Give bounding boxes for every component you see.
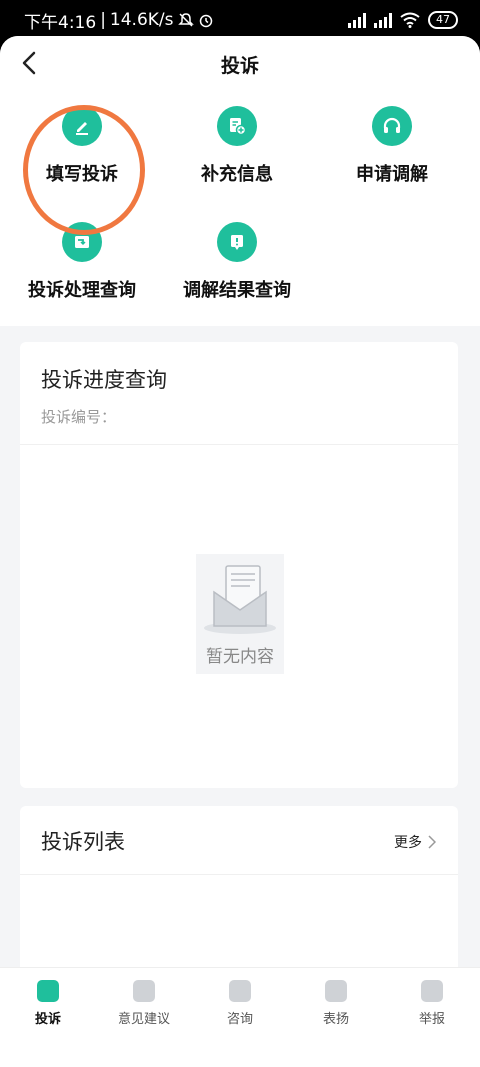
tab-label: 表扬: [322, 1012, 349, 1027]
tab-report[interactable]: 举报: [384, 968, 480, 1067]
tab-consult[interactable]: 咨询: [192, 968, 288, 1067]
signal-icon: [348, 12, 366, 28]
tab-label: 咨询: [226, 1012, 253, 1027]
tab-complaint[interactable]: 投诉: [0, 968, 96, 1067]
action-label: 申请调解: [356, 164, 428, 185]
tab-bar: 投诉 意见建议 咨询 表扬 举报: [0, 967, 480, 1067]
consult-tab-icon: [229, 980, 251, 1002]
add-document-icon: [230, 118, 247, 136]
network-speed: 14.6K/s: [109, 10, 174, 30]
action-circle: [217, 106, 257, 146]
action-apply-mediation[interactable]: 申请调解: [312, 106, 472, 186]
signal-icon: [374, 12, 392, 28]
tab-suggestion[interactable]: 意见建议: [96, 968, 192, 1067]
more-label: 更多: [394, 835, 422, 851]
report-tab-icon: [421, 980, 443, 1002]
action-add-info[interactable]: 补充信息: [157, 106, 317, 186]
more-link[interactable]: 更多: [394, 832, 436, 852]
action-circle: [217, 222, 257, 262]
back-button[interactable]: [14, 48, 44, 78]
highlight-annotation: [23, 105, 145, 235]
empty-state-text: 暂无内容: [206, 647, 274, 667]
status-bar: 下午4:16 | 14.6K/s 47: [0, 0, 480, 40]
headset-icon: [383, 117, 401, 133]
action-circle: [372, 106, 412, 146]
app-container: 投诉 填写投诉 补充信息 申请调解 投诉处理查询 调解结果查询 投诉进度查询 投…: [0, 36, 480, 1067]
praise-tab-icon: [325, 980, 347, 1002]
status-time: 下午4:16: [24, 12, 97, 33]
battery-icon: 47: [428, 11, 458, 29]
tab-label: 意见建议: [117, 1012, 170, 1027]
mute-icon: [177, 13, 194, 27]
progress-card: 投诉进度查询 投诉编号： 暂无内容: [20, 342, 458, 788]
empty-envelope-icon: [204, 565, 276, 634]
complaint-number-label: 投诉编号：: [41, 408, 117, 426]
complaint-tab-icon: [37, 980, 59, 1002]
page-title: 投诉: [220, 54, 259, 77]
result-query-icon: [231, 235, 243, 250]
alarm-icon: [199, 14, 212, 28]
chevron-right-icon: [428, 835, 436, 849]
action-label: 补充信息: [201, 164, 273, 185]
status-separator: |: [100, 10, 106, 30]
nav-bar: 投诉: [0, 36, 480, 92]
process-query-icon: [75, 236, 89, 248]
header-area: 投诉 填写投诉 补充信息 申请调解 投诉处理查询 调解结果查询: [0, 36, 480, 326]
divider: [20, 444, 458, 445]
chevron-left-icon: [22, 51, 36, 75]
action-label: 投诉处理查询: [28, 280, 136, 301]
progress-card-title: 投诉进度查询: [41, 368, 167, 392]
complaint-list-title: 投诉列表: [41, 830, 125, 854]
tab-label: 投诉: [34, 1012, 61, 1027]
suggestion-tab-icon: [133, 980, 155, 1002]
action-label: 调解结果查询: [183, 280, 291, 301]
divider: [20, 874, 458, 875]
tab-label: 举报: [418, 1012, 445, 1027]
empty-state: 暂无内容: [196, 554, 284, 674]
action-result-query[interactable]: 调解结果查询: [157, 222, 317, 302]
wifi-icon: [400, 12, 420, 28]
tab-praise[interactable]: 表扬: [288, 968, 384, 1067]
